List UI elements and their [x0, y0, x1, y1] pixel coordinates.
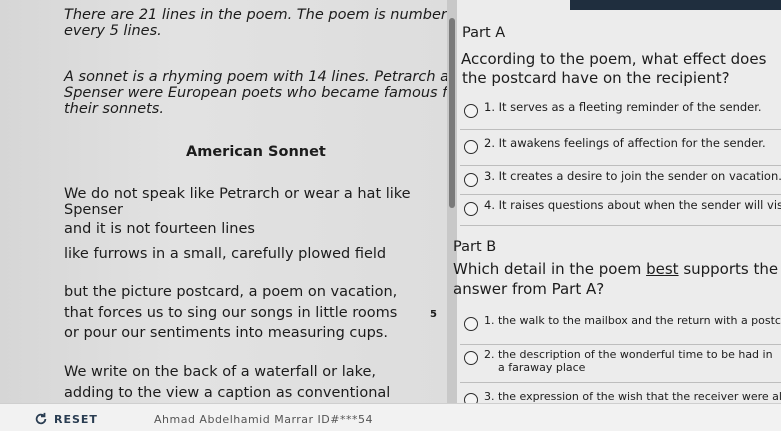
poem-line: and it is not fourteen lines — [64, 221, 255, 237]
poem-line: like furrows in a small, carefully plowe… — [64, 246, 387, 262]
option-text: 3. the expression of the wish that the r… — [484, 390, 781, 403]
part-a-option-2[interactable]: 2. It awakens feelings of affection for … — [460, 137, 781, 166]
part-a-option-4[interactable]: 4. It raises questions about when the se… — [460, 199, 781, 226]
option-text: 1. It serves as a fleeting reminder of t… — [484, 100, 762, 114]
top-header-bar — [570, 0, 781, 10]
part-b-option-2[interactable]: 2. the description of the wonderful time… — [460, 348, 781, 383]
part-a-question-line-1: According to the poem, what effect does — [461, 50, 767, 68]
passage-scrollbar-thumb[interactable] — [449, 18, 455, 208]
option-text: 2. It awakens feelings of affection for … — [484, 136, 766, 150]
reset-button[interactable]: RESET — [34, 412, 98, 426]
radio-button[interactable] — [464, 317, 478, 331]
option-text: 3. It creates a desire to join the sende… — [484, 169, 781, 183]
passage-panel: There are 21 lines in the poem. The poem… — [0, 0, 447, 403]
reset-label: RESET — [54, 412, 98, 426]
part-a-option-3[interactable]: 3. It creates a desire to join the sende… — [460, 170, 781, 195]
intro-line-2: every 5 lines. — [64, 23, 162, 39]
question-emphasis: best — [646, 260, 679, 278]
part-b-label: Part B — [453, 239, 497, 255]
poem-line: or pour our sentiments into measuring cu… — [64, 325, 388, 341]
part-a-question-line-2: the postcard have on the recipient? — [462, 69, 730, 87]
student-name: Ahmad Abdelhamid Marrar ID#***54 — [154, 413, 373, 426]
intro-line-1: There are 21 lines in the poem. The poem… — [64, 7, 447, 23]
part-b-question-line-1: Which detail in the poem best supports t… — [453, 260, 781, 278]
reset-icon — [35, 412, 47, 425]
poem-title: American Sonnet — [186, 144, 326, 160]
poem-line: We write on the back of a waterfall or l… — [64, 364, 377, 380]
radio-button[interactable] — [464, 104, 478, 118]
option-text: 2. the description of the wonderful time… — [484, 348, 773, 374]
note-line-3: their sonnets. — [64, 101, 164, 117]
option-text: 4. It raises questions about when the se… — [484, 198, 781, 212]
radio-button[interactable] — [464, 351, 478, 365]
note-line-1: A sonnet is a rhyming poem with 14 lines… — [64, 69, 447, 85]
line-number-label: 5 — [430, 309, 437, 320]
radio-button[interactable] — [464, 393, 478, 403]
part-b-option-1[interactable]: 1. the walk to the mailbox and the retur… — [460, 314, 781, 345]
part-b-option-3[interactable]: 3. the expression of the wish that the r… — [460, 390, 781, 403]
poem-line: We do not speak like Petrarch or wear a … — [64, 186, 411, 202]
question-text: supports the cor — [683, 260, 781, 278]
option-text-line: a faraway place — [498, 361, 586, 374]
poem-line: that forces us to sing our songs in litt… — [64, 305, 398, 321]
bottom-toolbar — [0, 403, 781, 431]
radio-button[interactable] — [464, 140, 478, 154]
part-a-option-1[interactable]: 1. It serves as a fleeting reminder of t… — [460, 101, 781, 130]
poem-line: adding to the view a caption as conventi… — [64, 385, 391, 401]
option-text-line: 2. the description of the wonderful time… — [484, 348, 773, 361]
part-a-label: Part A — [462, 25, 506, 41]
radio-button[interactable] — [464, 202, 478, 216]
question-text: Which detail in the poem — [453, 260, 647, 278]
radio-button[interactable] — [464, 173, 478, 187]
part-b-question-line-2: answer from Part A? — [453, 280, 605, 298]
note-line-2: Spenser were European poets who became f… — [64, 85, 447, 101]
poem-line: but the picture postcard, a poem on vaca… — [64, 284, 398, 300]
option-text: 1. the walk to the mailbox and the retur… — [484, 314, 781, 327]
poem-line: Spenser — [64, 202, 123, 218]
